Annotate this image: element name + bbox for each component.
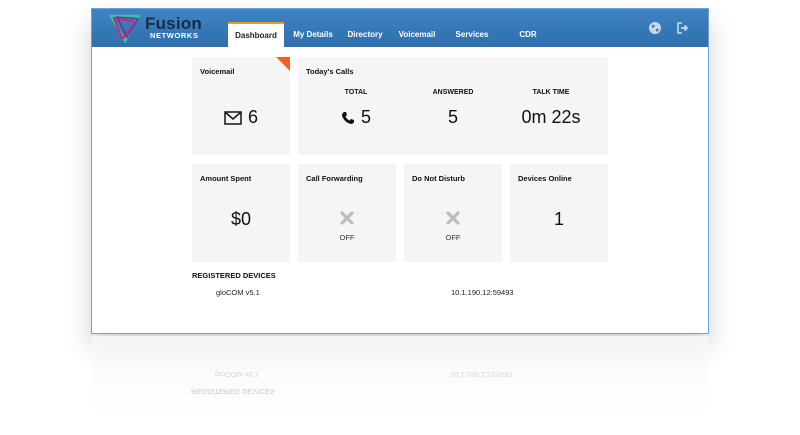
forwarding-status: OFF	[339, 233, 355, 242]
devices-online-value: 1	[553, 209, 564, 229]
amount-title: Amount Spent	[200, 174, 252, 183]
voicemail-card[interactable]: Voicemail 6	[192, 57, 290, 155]
talk-time: 0m 22s	[521, 107, 581, 127]
globe-icon[interactable]	[648, 21, 662, 35]
voicemail-title: Voicemail	[200, 67, 235, 76]
brand-logo[interactable]: Fusion NETWORKS	[108, 13, 203, 43]
tab-dashboard[interactable]: Dashboard	[228, 22, 284, 47]
top-bar: Fusion NETWORKS Dashboard My Details Dir…	[92, 9, 708, 47]
devices-online-card: Devices Online 1	[510, 164, 608, 262]
forwarding-title: Call Forwarding	[306, 174, 363, 183]
dnd-title: Do Not Disturb	[412, 174, 465, 183]
total-calls: 5	[360, 107, 371, 127]
envelope-icon	[224, 110, 242, 125]
total-label: TOTAL	[344, 89, 368, 96]
app-window: Fusion NETWORKS Dashboard My Details Dir…	[91, 8, 709, 334]
device-ip: 10.1.190.12:59493	[451, 288, 514, 297]
talk-time-label: TALK TIME	[532, 89, 570, 96]
tab-voicemail[interactable]: Voicemail	[388, 22, 446, 47]
calls-title: Today's Calls	[306, 67, 354, 76]
window-reflection: gloCOM v5.1 10.1.190.12:59493 REGISTERED…	[91, 336, 709, 416]
call-forwarding-card[interactable]: Call Forwarding OFF	[298, 164, 396, 262]
tab-my-details[interactable]: My Details	[284, 22, 342, 47]
stage: Fusion NETWORKS Dashboard My Details Dir…	[0, 0, 800, 435]
total-row: 5	[316, 107, 396, 128]
answered-calls: 5	[447, 107, 458, 127]
tab-services[interactable]: Services	[446, 22, 498, 47]
x-icon	[446, 211, 460, 225]
x-icon	[340, 211, 354, 225]
reflection-section-title: REGISTERED DEVICES	[191, 387, 275, 396]
amount-spent-card: Amount Spent $0	[192, 164, 290, 262]
do-not-disturb-card[interactable]: Do Not Disturb OFF	[404, 164, 502, 262]
amount-value: $0	[230, 209, 252, 229]
answered-label: ANSWERED	[432, 89, 474, 96]
reflection-device-name: gloCOM v5.1	[215, 370, 259, 379]
tab-cdr[interactable]: CDR	[498, 22, 558, 47]
top-icons	[648, 21, 690, 35]
brand-sub: NETWORKS	[150, 31, 199, 40]
main-tabs: Dashboard My Details Directory Voicemail…	[228, 22, 558, 47]
devices-online-title: Devices Online	[518, 174, 572, 183]
tab-directory[interactable]: Directory	[342, 22, 388, 47]
todays-calls-card: Today's Calls TOTAL ANSWERED TALK TIME 5…	[298, 57, 608, 155]
logo-triangle-icon	[108, 14, 142, 43]
reflection-device-ip: 10.1.190.12:59493	[450, 370, 513, 379]
phone-icon	[341, 111, 354, 124]
device-name: gloCOM v5.1	[216, 288, 260, 297]
dnd-status: OFF	[445, 233, 461, 242]
voicemail-count: 6	[247, 107, 258, 127]
sign-out-icon[interactable]	[676, 21, 690, 35]
new-indicator	[276, 57, 290, 71]
registered-devices-title: REGISTERED DEVICES	[192, 271, 276, 280]
voicemail-count-row: 6	[192, 107, 290, 128]
